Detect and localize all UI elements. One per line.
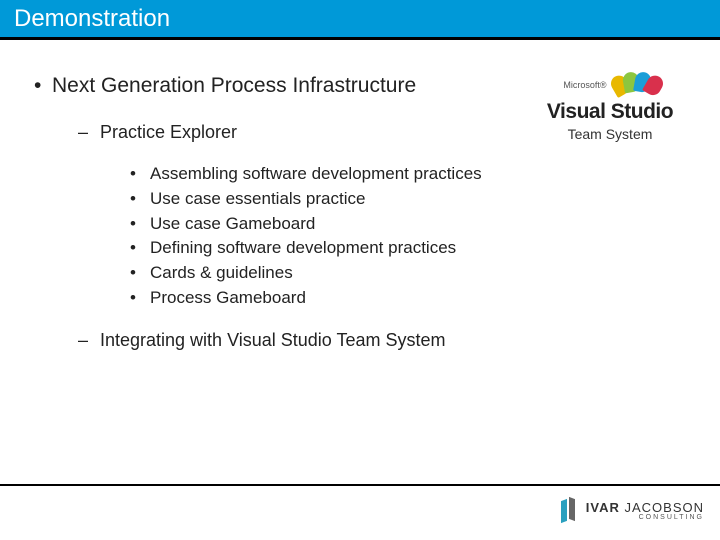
vendor-label: Microsoft® <box>563 80 606 90</box>
bullet-lvl3-text: Cards & guidelines <box>150 263 293 282</box>
vs-ribbon-icon <box>615 72 657 98</box>
bullet-lvl2-text: Practice Explorer <box>100 122 237 142</box>
footer-first: IVAR <box>586 500 620 515</box>
slide-title: Demonstration <box>14 5 170 33</box>
bullet-lvl3: Use case Gameboard <box>128 213 490 236</box>
bullet-lvl3: Process Gameboard <box>128 287 490 310</box>
vs-logo-top-row: Microsoft® <box>520 72 700 98</box>
bullet-lvl3: Assembling software development practice… <box>128 163 490 186</box>
visual-studio-logo: Microsoft® Visual Studio Team System <box>520 72 700 142</box>
bullet-lvl3-text: Use case essentials practice <box>150 189 365 208</box>
slide: Demonstration Next Generation Process In… <box>0 0 720 540</box>
bullet-lvl3-text: Defining software development practices <box>150 238 456 257</box>
footer-rule <box>0 484 720 486</box>
footer-logo: IVAR JACOBSON CONSULTING <box>558 496 704 526</box>
bullet-lvl3-text: Assembling software development practice… <box>150 164 482 183</box>
footer-tag: CONSULTING <box>586 514 704 521</box>
product-label: Visual Studio <box>520 100 700 124</box>
title-bar: Demonstration <box>0 0 720 40</box>
bullet-lvl2: Practice Explorer Assembling software de… <box>76 120 690 310</box>
bullet-lvl1-text: Next Generation Process Infrastructure <box>52 74 416 97</box>
bullet-lvl3: Defining software development practices <box>128 237 490 260</box>
bullet-lvl3-text: Process Gameboard <box>150 288 306 307</box>
ij-text: IVAR JACOBSON CONSULTING <box>586 501 704 521</box>
bullet-lvl3: Cards & guidelines <box>128 262 490 285</box>
bullet-lvl2: Integrating with Visual Studio Team Syst… <box>76 328 690 352</box>
bullet-lvl3: Use case essentials practice <box>128 188 490 211</box>
bullet-lvl2-text: Integrating with Visual Studio Team Syst… <box>100 330 446 350</box>
bullet-lvl3-text: Use case Gameboard <box>150 214 315 233</box>
footer-last: JACOBSON <box>624 500 704 515</box>
subproduct-label: Team System <box>520 126 700 142</box>
ij-mark-icon <box>558 498 580 524</box>
